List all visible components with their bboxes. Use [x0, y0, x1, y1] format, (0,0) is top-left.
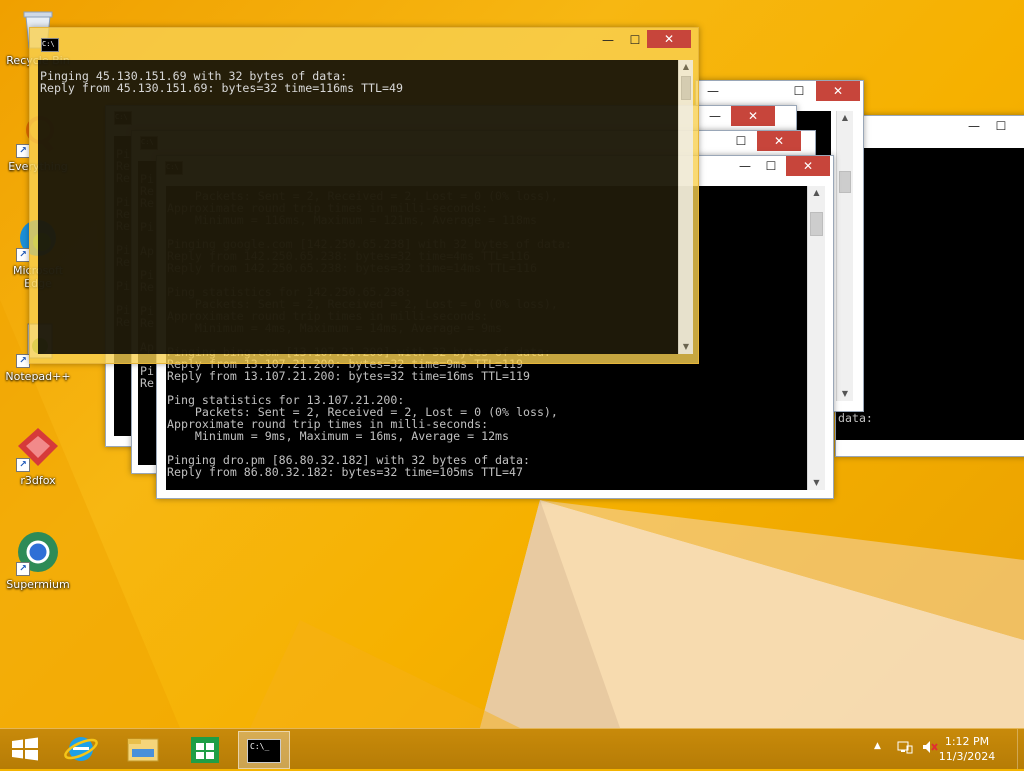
- maximize-button[interactable]: ☐: [728, 131, 754, 151]
- window-titlebar[interactable]: C:\ — ☐ ✕: [30, 28, 698, 58]
- scroll-thumb[interactable]: [839, 171, 851, 193]
- desktop-icon-label: Supermium: [6, 578, 70, 591]
- window-titlebar[interactable]: — ☐: [836, 116, 1024, 138]
- console-line: Minimum = 9ms, Maximum = 16ms, Average =…: [167, 429, 510, 443]
- internet-explorer-icon: [64, 737, 98, 761]
- scroll-down-arrow-icon[interactable]: ▼: [679, 340, 693, 354]
- minimize-button[interactable]: —: [702, 106, 728, 126]
- start-button[interactable]: [0, 731, 50, 767]
- close-button[interactable]: ✕: [786, 156, 830, 176]
- scroll-up-arrow-icon[interactable]: ▲: [808, 186, 825, 200]
- taskbar-store[interactable]: [180, 731, 230, 767]
- desktop-icon-label: r3dfox: [20, 474, 56, 487]
- shortcut-arrow-icon: ↗: [16, 458, 30, 472]
- command-prompt-icon: C:\_: [247, 739, 281, 763]
- maximize-button[interactable]: ☐: [758, 156, 784, 176]
- shortcut-arrow-icon: ↗: [16, 144, 30, 158]
- close-button[interactable]: ✕: [816, 81, 860, 101]
- desktop-icon-r3dfox[interactable]: ↗ r3dfox: [0, 424, 76, 487]
- scroll-down-arrow-icon[interactable]: ▼: [837, 387, 853, 401]
- console-line: Reply from 45.130.151.69: bytes=32 time=…: [40, 81, 403, 95]
- taskbar-command-prompt[interactable]: C:\_: [238, 731, 290, 769]
- r3dfox-icon: ↗: [14, 424, 62, 472]
- minimize-button[interactable]: —: [595, 30, 621, 50]
- console-output: Pinging 45.130.151.69 with 32 bytes of d…: [38, 60, 678, 354]
- console-line: Reply from 13.107.21.200: bytes=32 time=…: [167, 369, 530, 383]
- console-line: Re: [140, 376, 154, 390]
- scroll-thumb[interactable]: [810, 212, 823, 236]
- desktop-icon-supermium[interactable]: ↗ Supermium: [0, 528, 76, 591]
- scroll-down-arrow-icon[interactable]: ▼: [808, 476, 825, 490]
- taskbar-internet-explorer[interactable]: [56, 731, 106, 767]
- show-desktop-button[interactable]: [1017, 729, 1024, 769]
- cmd-icon: C:\: [41, 38, 59, 52]
- network-icon[interactable]: [897, 739, 913, 755]
- scroll-thumb[interactable]: [681, 76, 691, 100]
- maximize-button[interactable]: ☐: [786, 81, 812, 101]
- console-output: data:: [836, 148, 1024, 440]
- cmd-window-front[interactable]: C:\ — ☐ ✕ Pinging 45.130.151.69 with 32 …: [29, 27, 699, 364]
- shortcut-arrow-icon: ↗: [16, 248, 30, 262]
- supermium-icon: ↗: [14, 528, 62, 576]
- minimize-button[interactable]: —: [732, 156, 758, 176]
- desktop-icon-label: Notepad++: [5, 370, 71, 383]
- window-titlebar[interactable]: — ☐ ✕: [696, 81, 863, 103]
- minimize-button[interactable]: —: [961, 116, 987, 136]
- desktop[interactable]: Recycle Bin ↗ Everything ↗ Microsoft Edg…: [0, 0, 1024, 728]
- console-scrollbar[interactable]: ▲ ▼: [836, 111, 853, 401]
- console-line: Reply from 86.80.32.182: bytes=32 time=1…: [167, 465, 523, 479]
- scroll-up-arrow-icon[interactable]: ▲: [837, 111, 853, 125]
- shortcut-arrow-icon: ↗: [16, 562, 30, 576]
- shortcut-arrow-icon: ↗: [16, 354, 30, 368]
- taskbar-file-explorer[interactable]: [118, 731, 168, 767]
- file-explorer-icon: [127, 738, 159, 762]
- close-button[interactable]: ✕: [731, 106, 775, 126]
- cmd-taskbar-icon-text: C:\_: [250, 742, 270, 751]
- tray-show-hidden-icons[interactable]: ▲: [874, 741, 886, 755]
- maximize-button[interactable]: ☐: [622, 30, 648, 50]
- taskbar: C:\_ ▲ 1:12 PM 11/3/2024: [0, 728, 1024, 769]
- windows-start-icon: [12, 737, 38, 761]
- console-line: data:: [838, 411, 873, 425]
- close-button[interactable]: ✕: [757, 131, 801, 151]
- console-scrollbar[interactable]: ▲ ▼: [678, 60, 693, 354]
- scroll-up-arrow-icon[interactable]: ▲: [679, 60, 693, 74]
- console-scrollbar[interactable]: ▲ ▼: [807, 186, 825, 490]
- tray-date: 11/3/2024: [938, 750, 996, 763]
- tray-clock[interactable]: 1:12 PM 11/3/2024: [932, 734, 1002, 764]
- tray-time: 1:12 PM: [944, 735, 990, 748]
- windows-store-icon: [191, 737, 219, 763]
- minimize-button[interactable]: —: [700, 81, 726, 101]
- close-button[interactable]: ✕: [647, 30, 691, 48]
- maximize-button[interactable]: ☐: [988, 116, 1014, 136]
